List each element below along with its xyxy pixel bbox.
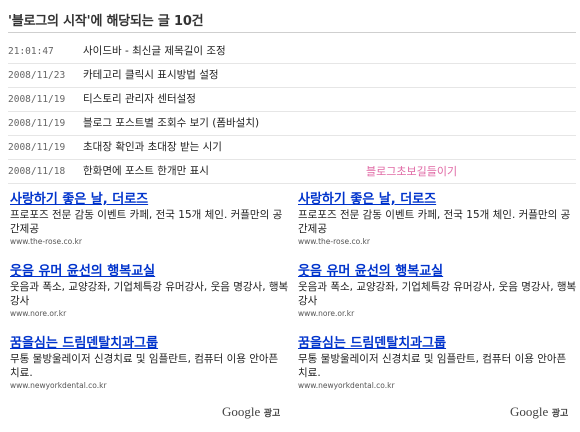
ads-label: 광고 — [263, 409, 281, 419]
google-logo: Google — [510, 404, 549, 419]
page-title: '블로그의 시작'에 해당되는 글 10건 — [8, 14, 204, 29]
post-row[interactable]: 2008/11/19 초대장 확인과 초대장 받는 시기 — [8, 136, 576, 160]
ad-description: 프로포즈 전문 감동 이벤트 카페, 전국 15개 체인. 커플만의 공간제공 — [10, 209, 283, 235]
ad-url[interactable]: www.newyorkdental.co.kr — [10, 380, 290, 392]
ad-title-link[interactable]: 꿈을심는 드림덴탈치과그룹 — [10, 336, 290, 352]
ad-unit: 사랑하기 좋은 날, 더로즈 프로포즈 전문 감동 이벤트 카페, 전국 15개… — [298, 192, 578, 264]
ad-title-link[interactable]: 웃음 유머 윤선의 행복교실 — [10, 264, 290, 280]
ad-unit: 꿈을심는 드림덴탈치과그룹 무통 물방울레이저 신경치료 및 임플란트, 컴퓨터… — [298, 336, 578, 408]
ad-description: 웃음과 폭소, 교양강좌, 기업체특강 유머강사, 웃음 명강사, 행복강사 — [298, 281, 577, 307]
ad-description: 무통 물방울레이저 신경치료 및 임플란트, 컴퓨터 이용 안아픈 치료. — [10, 353, 279, 379]
ad-title-link[interactable]: 웃음 유머 윤선의 행복교실 — [298, 264, 578, 280]
ad-column-right: 사랑하기 좋은 날, 더로즈 프로포즈 전문 감동 이벤트 카페, 전국 15개… — [298, 192, 578, 408]
post-date: 2008/11/19 — [8, 142, 66, 153]
google-ads-link[interactable]: Google 광고 — [222, 404, 280, 420]
title-divider — [8, 32, 576, 33]
blog-guide-link[interactable]: 블로그초보길들이기 — [366, 160, 457, 183]
google-ads-link[interactable]: Google 광고 — [510, 404, 568, 420]
ad-unit: 웃음 유머 윤선의 행복교실 웃음과 폭소, 교양강좌, 기업체특강 유머강사,… — [10, 264, 290, 336]
post-date: 2008/11/19 — [8, 118, 66, 129]
ad-description: 프로포즈 전문 감동 이벤트 카페, 전국 15개 체인. 커플만의 공간제공 — [298, 209, 571, 235]
ad-url[interactable]: www.nore.or.kr — [298, 308, 578, 320]
ads-label: 광고 — [551, 409, 569, 419]
ad-description: 웃음과 폭소, 교양강좌, 기업체특강 유머강사, 웃음 명강사, 행복강사 — [10, 281, 289, 307]
post-date: 2008/11/18 — [8, 166, 66, 177]
ad-unit: 꿈을심는 드림덴탈치과그룹 무통 물방울레이저 신경치료 및 임플란트, 컴퓨터… — [10, 336, 290, 408]
post-title-link[interactable]: 카테고리 클릭시 표시방법 설정 — [83, 69, 219, 81]
post-title-link[interactable]: 한화면에 포스트 한개만 표시 — [83, 165, 209, 177]
ad-url[interactable]: www.the-rose.co.kr — [10, 236, 290, 248]
google-logo: Google — [222, 404, 261, 419]
post-title-link[interactable]: 사이드바 - 최신글 제목길이 조정 — [83, 45, 226, 57]
ad-unit: 웃음 유머 윤선의 행복교실 웃음과 폭소, 교양강좌, 기업체특강 유머강사,… — [298, 264, 578, 336]
ad-title-link[interactable]: 사랑하기 좋은 날, 더로즈 — [10, 192, 290, 208]
ad-unit: 사랑하기 좋은 날, 더로즈 프로포즈 전문 감동 이벤트 카페, 전국 15개… — [10, 192, 290, 264]
ad-url[interactable]: www.nore.or.kr — [10, 308, 290, 320]
post-title-link[interactable]: 티스토리 관리자 센터설정 — [83, 93, 196, 105]
ad-title-link[interactable]: 사랑하기 좋은 날, 더로즈 — [298, 192, 578, 208]
post-title-link[interactable]: 블로그 포스트별 조회수 보기 (폼바설치) — [83, 117, 259, 129]
post-row[interactable]: 21:01:47 사이드바 - 최신글 제목길이 조정 — [8, 40, 576, 64]
ad-url[interactable]: www.the-rose.co.kr — [298, 236, 578, 248]
post-title-link[interactable]: 초대장 확인과 초대장 받는 시기 — [83, 141, 222, 153]
post-date: 21:01:47 — [8, 46, 54, 57]
post-list: 21:01:47 사이드바 - 최신글 제목길이 조정 2008/11/23 카테고… — [8, 40, 576, 184]
ad-column-left: 사랑하기 좋은 날, 더로즈 프로포즈 전문 감동 이벤트 카페, 전국 15개… — [10, 192, 290, 408]
post-date: 2008/11/19 — [8, 94, 66, 105]
post-row[interactable]: 2008/11/23 카테고리 클릭시 표시방법 설정 — [8, 64, 576, 88]
post-row[interactable]: 2008/11/19 티스토리 관리자 센터설정 — [8, 88, 576, 112]
post-row[interactable]: 2008/11/19 블로그 포스트별 조회수 보기 (폼바설치) — [8, 112, 576, 136]
post-row[interactable]: 2008/11/18 한화면에 포스트 한개만 표시 블로그초보길들이기 — [8, 160, 576, 184]
ad-description: 무통 물방울레이저 신경치료 및 임플란트, 컴퓨터 이용 안아픈 치료. — [298, 353, 567, 379]
ad-title-link[interactable]: 꿈을심는 드림덴탈치과그룹 — [298, 336, 578, 352]
ad-url[interactable]: www.newyorkdental.co.kr — [298, 380, 578, 392]
post-date: 2008/11/23 — [8, 70, 66, 81]
